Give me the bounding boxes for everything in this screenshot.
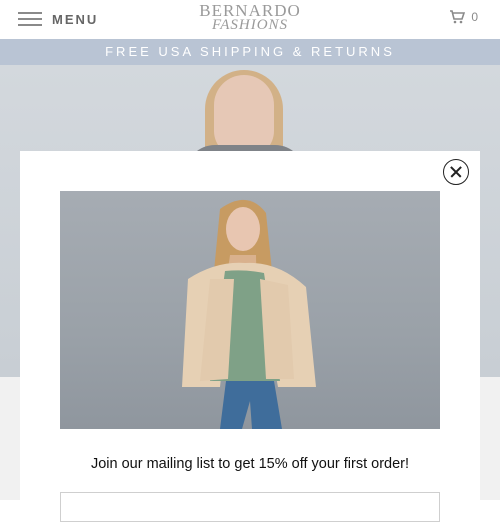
popup-photo [60,191,440,429]
cart-link[interactable]: 0 [449,10,478,24]
site-header: MENU BERNARDO FASHIONS 0 [0,0,500,39]
logo-line-1: BERNARDO [199,1,301,20]
menu-button[interactable]: MENU [18,8,98,30]
cart-icon[interactable] [449,10,466,24]
shipping-banner: FREE USA SHIPPING & RETURNS [0,39,500,65]
menu-label[interactable]: MENU [52,12,98,27]
model-illustration [182,199,316,429]
cart-count[interactable]: 0 [471,10,478,24]
email-input[interactable] [60,492,440,522]
close-icon[interactable] [443,159,469,185]
shipping-banner-text: FREE USA SHIPPING & RETURNS [105,44,395,59]
promo-text: Join our mailing list to get 15% off you… [90,456,410,472]
site-logo[interactable]: BERNARDO FASHIONS [150,1,350,33]
logo-line-2: FASHIONS [211,17,289,33]
hamburger-icon[interactable] [18,12,42,26]
